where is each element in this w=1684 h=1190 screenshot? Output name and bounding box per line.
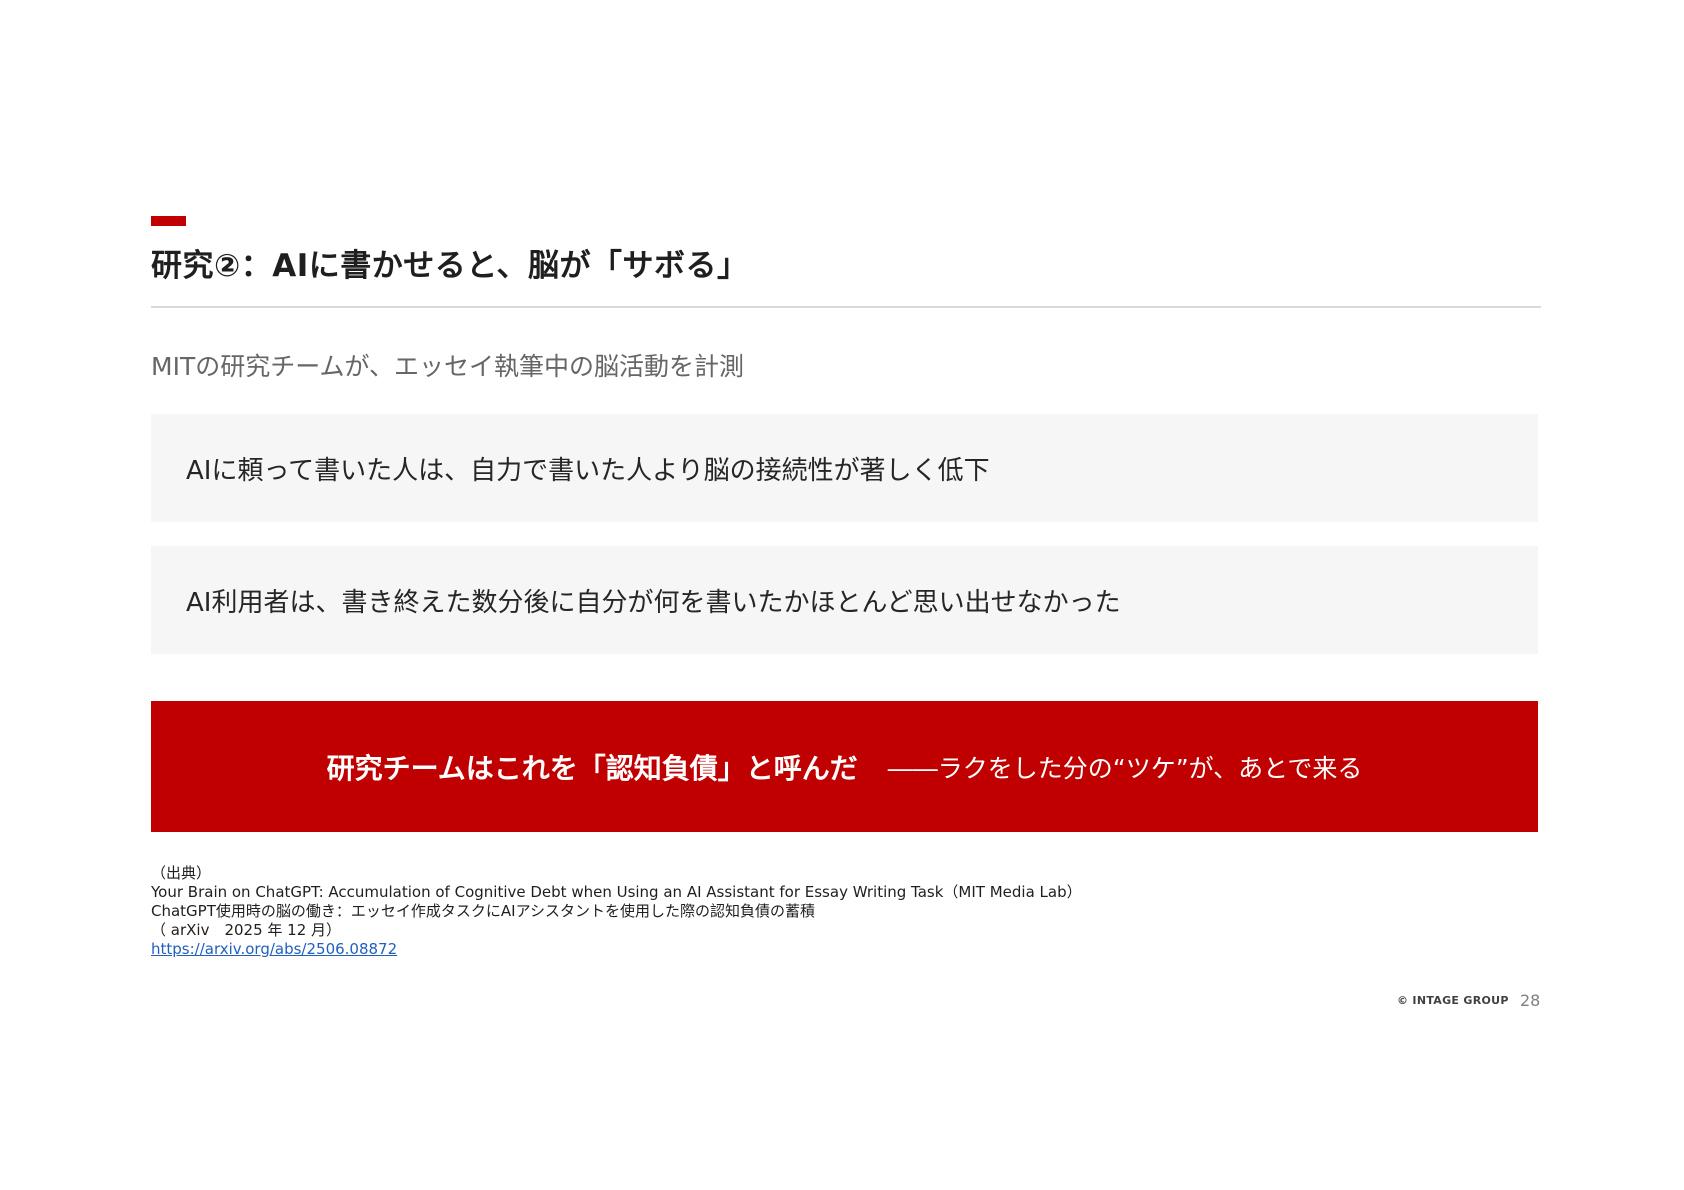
- finding-text-2: AI利用者は、書き終えた数分後に自分が何を書いたかほとんど思い出せなかった: [186, 587, 1121, 618]
- finding-box-2: AI利用者は、書き終えた数分後に自分が何を書いたかほとんど思い出せなかった: [151, 546, 1538, 654]
- source-publication: （ arXiv 2025 年 12 月）: [151, 921, 342, 939]
- source-title-ja: ChatGPT使用時の脳の働き：エッセイ作成タスクにAIアシスタントを使用した際…: [151, 902, 815, 920]
- page-number: 28: [1520, 991, 1541, 1010]
- slide-title: 研究②：AIに書かせると、脳が「サボる」: [151, 248, 749, 284]
- title-accent-bar: [151, 216, 186, 226]
- conclusion-sub-text: ――ラクをした分の“ツケ”が、あとで来る: [887, 753, 1363, 783]
- conclusion-banner: 研究チームはこれを「認知負債」と呼んだ ――ラクをした分の“ツケ”が、あとで来る: [151, 701, 1538, 832]
- slide: 研究②：AIに書かせると、脳が「サボる」 MITの研究チームが、エッセイ執筆中の…: [0, 0, 1684, 1190]
- finding-text-1: AIに頼って書いた人は、自力で書いた人より脳の接続性が著しく低下: [186, 455, 990, 486]
- source-link[interactable]: https://arxiv.org/abs/2506.08872: [151, 940, 397, 958]
- footer-brand: © INTAGE GROUP: [1397, 994, 1509, 1007]
- title-divider: [151, 306, 1541, 308]
- conclusion-main-text: 研究チームはこれを「認知負債」と呼んだ: [326, 751, 858, 785]
- source-title-en: Your Brain on ChatGPT: Accumulation of C…: [151, 883, 1082, 901]
- source-citation: （出典） Your Brain on ChatGPT: Accumulation…: [151, 864, 1082, 959]
- source-label: （出典）: [151, 864, 212, 882]
- slide-subtitle: MITの研究チームが、エッセイ執筆中の脳活動を計測: [151, 352, 744, 381]
- finding-box-1: AIに頼って書いた人は、自力で書いた人より脳の接続性が著しく低下: [151, 414, 1538, 522]
